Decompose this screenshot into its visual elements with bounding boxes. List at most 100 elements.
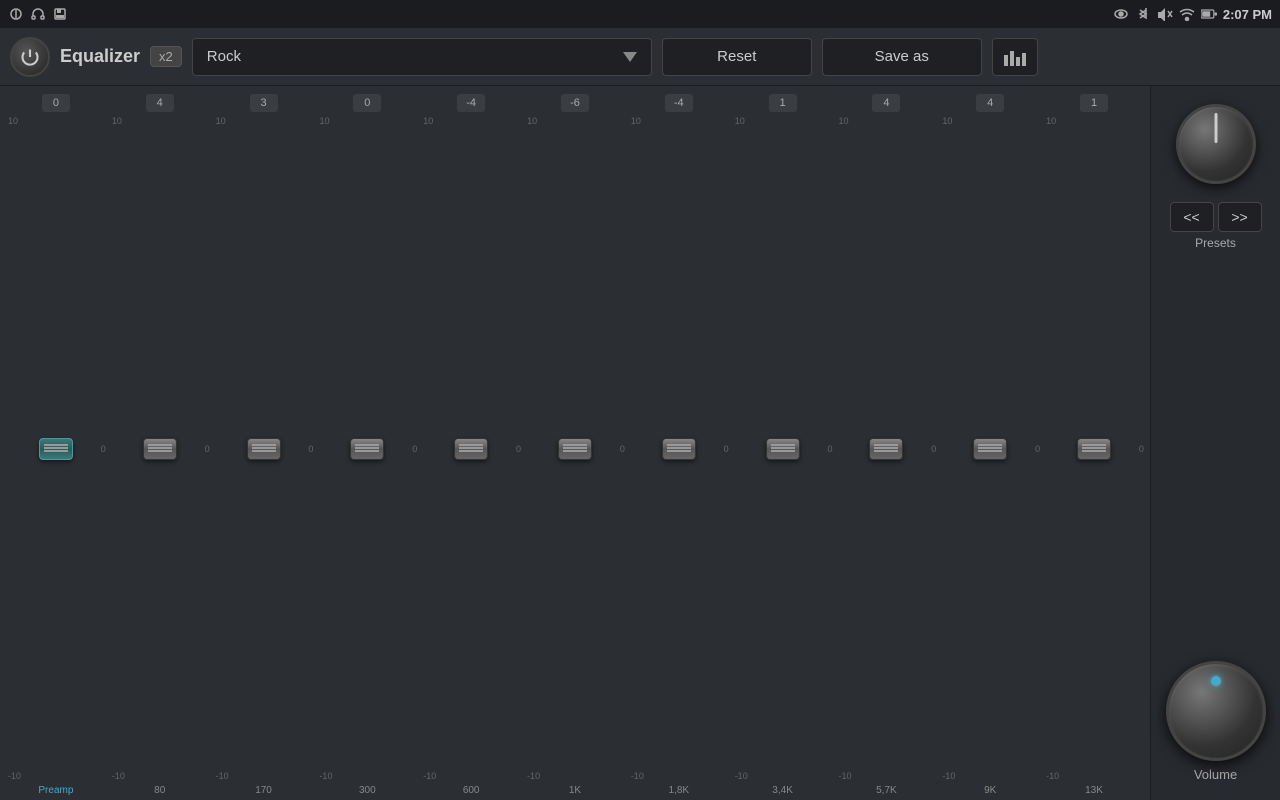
slider-thumb-1[interactable] <box>143 438 177 460</box>
scale-bottom-10: -10 <box>1046 771 1059 781</box>
zero-label-4: 0 <box>516 444 521 454</box>
zero-label-6: 0 <box>724 444 729 454</box>
power-button[interactable] <box>10 37 50 77</box>
slider-thumb-6[interactable] <box>662 438 696 460</box>
freq-label-6: 1,8K <box>668 785 689 796</box>
scale-top-1: 10 <box>112 116 122 126</box>
track-wrapper-6: 0 <box>627 126 731 771</box>
scale-top-3: 10 <box>319 116 329 126</box>
slider-column-600: -4 10 0 -10 600 <box>419 94 523 796</box>
slider-column-34k: 1 10 0 -10 3,4K <box>731 94 835 796</box>
preset-next-button[interactable]: >> <box>1218 202 1262 232</box>
volume-dot <box>1211 676 1221 686</box>
scale-top-7: 10 <box>735 116 745 126</box>
time-display: 2:07 PM <box>1223 7 1272 22</box>
dropdown-arrow-icon <box>623 52 637 62</box>
main-knob-container <box>1176 104 1256 184</box>
freq-label-7: 3,4K <box>772 785 793 796</box>
scale-top-10: 10 <box>1046 116 1056 126</box>
zero-label-2: 0 <box>308 444 313 454</box>
knob-indicator <box>1214 113 1217 143</box>
slider-thumb-3[interactable] <box>350 438 384 460</box>
bluetooth-icon <box>1135 6 1151 22</box>
scale-bottom-7: -10 <box>735 771 748 781</box>
slider-column-300: 0100-10300 <box>315 94 419 796</box>
slider-thumb-0[interactable] <box>39 438 73 460</box>
mute-icon <box>1157 6 1173 22</box>
sliders-container: 0100-10Preamp4100-10803100-101700100-103… <box>4 94 1146 796</box>
scale-bottom-1: -10 <box>112 771 125 781</box>
status-icons-right: 2:07 PM <box>1113 6 1272 22</box>
slider-value-0: 0 <box>42 94 70 112</box>
slider-thumb-4[interactable] <box>454 438 488 460</box>
slider-column-13k: 1100-1013K <box>1042 94 1146 796</box>
track-wrapper-10: 0 <box>1042 126 1146 771</box>
slider-value-4: -4 <box>457 94 485 112</box>
track-wrapper-1: 0 <box>108 126 212 771</box>
slider-thumb-7[interactable] <box>766 438 800 460</box>
scale-top-0: 10 <box>8 116 18 126</box>
scale-top-4: 10 <box>423 116 433 126</box>
volume-knob[interactable] <box>1166 661 1266 761</box>
status-icons-left <box>8 6 68 22</box>
slider-thumb-5[interactable] <box>558 438 592 460</box>
track-wrapper-3: 0 <box>315 126 419 771</box>
main-knob[interactable] <box>1176 104 1256 184</box>
toolbar: Equalizer x2 Rock Reset Save as <box>0 28 1280 86</box>
slider-column-1k: -6100-101K <box>523 94 627 796</box>
save-as-button[interactable]: Save as <box>822 38 982 76</box>
main-area: 0100-10Preamp4100-10803100-101700100-103… <box>0 86 1280 800</box>
scale-top-2: 10 <box>216 116 226 126</box>
preset-label: Rock <box>207 48 241 65</box>
zero-label-7: 0 <box>827 444 832 454</box>
scale-bottom-2: -10 <box>216 771 229 781</box>
slider-column-18k: -4 10 0 -10 1,8K <box>627 94 731 796</box>
preset-dropdown[interactable]: Rock <box>192 38 652 76</box>
track-wrapper-4: 0 <box>419 126 523 771</box>
slider-value-7: 1 <box>769 94 797 112</box>
zero-label-1: 0 <box>205 444 210 454</box>
battery-icon <box>1201 6 1217 22</box>
track-wrapper-8: 0 <box>835 126 939 771</box>
slider-value-6: -4 <box>665 94 693 112</box>
slider-value-1: 4 <box>146 94 174 112</box>
track-wrapper-9: 0 <box>938 126 1042 771</box>
preset-prev-button[interactable]: << <box>1170 202 1214 232</box>
scale-bottom-8: -10 <box>839 771 852 781</box>
freq-label-4: 600 <box>463 785 480 796</box>
slider-thumb-9[interactable] <box>973 438 1007 460</box>
slider-thumb-2[interactable] <box>247 438 281 460</box>
graph-button[interactable] <box>992 38 1038 76</box>
x2-badge: x2 <box>150 46 182 67</box>
track-wrapper-7: 0 <box>731 126 835 771</box>
scale-bottom-4: -10 <box>423 771 436 781</box>
zero-label-8: 0 <box>931 444 936 454</box>
slider-value-8: 4 <box>872 94 900 112</box>
scale-top-6: 10 <box>631 116 641 126</box>
scale-top-9: 10 <box>942 116 952 126</box>
scale-bottom-5: -10 <box>527 771 540 781</box>
track-wrapper-0: 0 <box>4 126 108 771</box>
slider-value-10: 1 <box>1080 94 1108 112</box>
freq-label-2: 170 <box>255 785 272 796</box>
freq-label-9: 9K <box>984 785 996 796</box>
track-wrapper-2: 0 <box>212 126 316 771</box>
slider-thumb-8[interactable] <box>869 438 903 460</box>
reset-button[interactable]: Reset <box>662 38 812 76</box>
eye-icon <box>1113 6 1129 22</box>
slider-thumb-10[interactable] <box>1077 438 1111 460</box>
zero-label-9: 0 <box>1035 444 1040 454</box>
freq-label-5: 1K <box>569 785 581 796</box>
slider-column-preamp: 0100-10Preamp <box>4 94 108 796</box>
zero-label-5: 0 <box>620 444 625 454</box>
scale-bottom-6: -10 <box>631 771 644 781</box>
slider-column-9k: 4100-109K <box>938 94 1042 796</box>
wifi-icon <box>1179 6 1195 22</box>
zero-label-10: 0 <box>1139 444 1144 454</box>
slider-column-57k: 4100-105,7K <box>835 94 939 796</box>
headphone-icon <box>30 6 46 22</box>
slider-value-9: 4 <box>976 94 1004 112</box>
scale-bottom-0: -10 <box>8 771 21 781</box>
freq-label-1: 80 <box>154 785 165 796</box>
scale-top-8: 10 <box>839 116 849 126</box>
